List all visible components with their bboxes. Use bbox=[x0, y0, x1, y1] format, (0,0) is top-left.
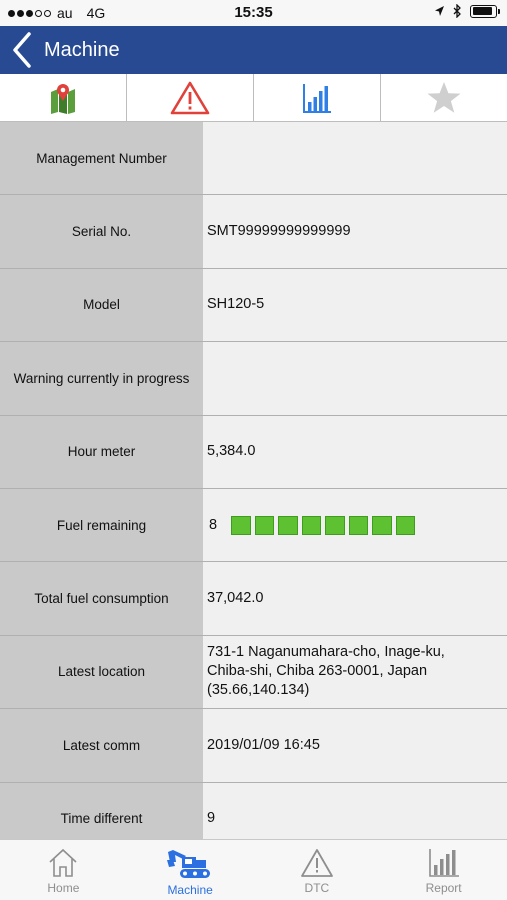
tab-report-label: Report bbox=[425, 881, 462, 895]
table-row: Fuel remaining 8 bbox=[0, 488, 507, 563]
row-value: SH120-5 bbox=[203, 268, 507, 342]
table-row: Latest location 731-1 Naganumahara-cho, … bbox=[0, 635, 507, 710]
tab-chart[interactable] bbox=[254, 74, 381, 121]
row-label: Hour meter bbox=[0, 415, 203, 488]
row-value: 9 bbox=[203, 782, 507, 839]
excavator-icon bbox=[167, 850, 211, 878]
table-row: Serial No. SMT99999999999999 bbox=[0, 195, 507, 269]
row-label: Management Number bbox=[0, 122, 203, 195]
tab-home-label: Home bbox=[47, 881, 80, 895]
fuel-level-gauge bbox=[231, 515, 416, 535]
star-icon bbox=[427, 81, 461, 113]
status-bar: au 4G 15:35 bbox=[0, 0, 507, 26]
row-label: Latest location bbox=[0, 635, 203, 709]
table-row: Time different 9 bbox=[0, 782, 507, 839]
bottom-tab-bar: Home Machine DTC Report bbox=[0, 839, 507, 900]
warning-icon bbox=[170, 81, 210, 114]
status-time: 15:35 bbox=[234, 4, 273, 21]
row-value bbox=[203, 122, 507, 195]
tab-machine-label: Machine bbox=[167, 883, 213, 897]
top-tab-bar bbox=[0, 74, 507, 122]
fuel-gauge-segment bbox=[278, 515, 298, 535]
row-value: 5,384.0 bbox=[203, 415, 507, 488]
tab-report[interactable]: Report bbox=[380, 840, 507, 900]
row-label: Model bbox=[0, 268, 203, 342]
row-label: Warning currently in progress bbox=[0, 342, 203, 415]
location-arrow-icon bbox=[435, 6, 444, 16]
row-label: Time different bbox=[0, 782, 203, 839]
tab-dtc[interactable]: DTC bbox=[254, 840, 381, 900]
fuel-gauge-segment bbox=[254, 515, 275, 535]
table-row: Latest comm 2019/01/09 16:45 bbox=[0, 709, 507, 783]
table-row: Management Number bbox=[0, 122, 507, 196]
tab-machine[interactable]: Machine bbox=[127, 840, 254, 900]
nav-bar: Machine bbox=[0, 26, 507, 74]
row-value: 2019/01/09 16:45 bbox=[203, 709, 507, 782]
bar-chart-icon bbox=[303, 83, 331, 113]
home-icon bbox=[49, 848, 77, 877]
bluetooth-icon bbox=[453, 4, 461, 18]
battery-icon bbox=[470, 4, 500, 18]
fuel-gauge-segment bbox=[301, 515, 322, 535]
row-label: Fuel remaining bbox=[0, 488, 203, 562]
row-label: Total fuel consumption bbox=[0, 562, 203, 635]
fuel-gauge-segment bbox=[325, 515, 345, 535]
table-row: Hour meter 5,384.0 bbox=[0, 415, 507, 489]
table-row: Warning currently in progress bbox=[0, 342, 507, 416]
warning-icon bbox=[300, 849, 333, 877]
row-value: SMT99999999999999 bbox=[203, 195, 507, 268]
fuel-gauge-segment bbox=[348, 515, 369, 535]
table-row: Total fuel consumption 37,042.0 bbox=[0, 562, 507, 636]
page-title: Machine bbox=[44, 38, 120, 61]
map-icon bbox=[51, 83, 75, 114]
row-value bbox=[203, 342, 507, 415]
tab-dtc-label: DTC bbox=[304, 881, 330, 895]
table-row: Model SH120-5 bbox=[0, 268, 507, 343]
back-button[interactable] bbox=[0, 26, 44, 74]
row-label: Latest comm bbox=[0, 709, 203, 782]
tab-home[interactable]: Home bbox=[0, 840, 127, 900]
chevron-left-icon bbox=[13, 32, 31, 68]
row-value: 8 bbox=[203, 488, 507, 562]
fuel-gauge-segment bbox=[231, 515, 251, 535]
fuel-level-number: 8 bbox=[209, 516, 218, 533]
tab-map[interactable] bbox=[0, 74, 127, 121]
row-value: 731-1 Naganumahara-cho, Inage-ku, Chiba-… bbox=[203, 635, 507, 709]
machine-info-table: Management Number Serial No. SMT99999999… bbox=[0, 122, 507, 839]
fuel-gauge-segment bbox=[372, 515, 392, 535]
tab-warning[interactable] bbox=[127, 74, 254, 121]
tab-favorite[interactable] bbox=[381, 74, 507, 121]
fuel-gauge-segment bbox=[395, 515, 416, 535]
row-value: 37,042.0 bbox=[203, 562, 507, 635]
row-label: Serial No. bbox=[0, 195, 203, 268]
bar-chart-icon bbox=[428, 849, 459, 877]
